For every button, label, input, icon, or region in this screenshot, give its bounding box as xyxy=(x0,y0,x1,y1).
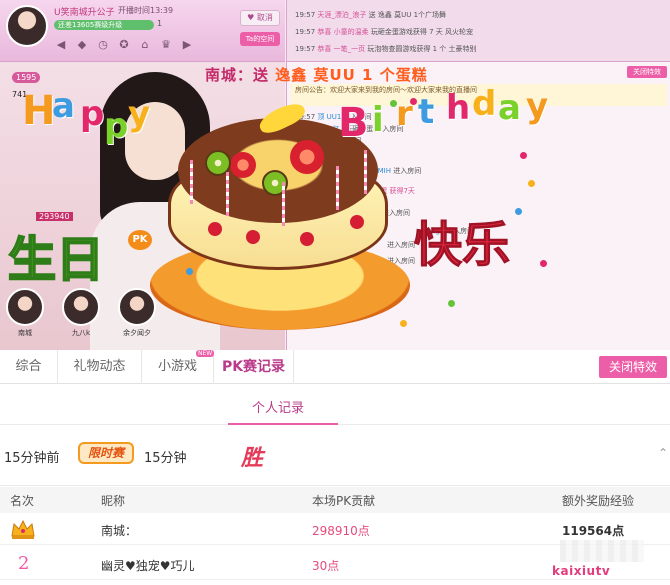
row-rank: 2 xyxy=(18,553,30,574)
crown-icon xyxy=(11,519,35,539)
pk-result: 胜 xyxy=(241,446,264,471)
info-tabs: 综合 礼物动态 小游戏 NEW PK赛记录 xyxy=(0,350,670,384)
gift-banner: 南城：送 逸鑫 莫UU 1 个蛋糕 xyxy=(205,66,428,84)
fan-name: 九八k xyxy=(71,329,91,337)
fan-item[interactable]: 九八k xyxy=(60,288,102,338)
room-notice: 房间公告：欢迎大家来到我的房间～欢迎大家来我的直播间 xyxy=(291,84,667,106)
live-stream-area: U笑南城升公子 开播时间13:39 还差13605赛级升级 1 ◀ ◆ ◷ ✪ … xyxy=(0,0,670,350)
row-nickname[interactable]: 南城： xyxy=(101,522,137,539)
arrow-right-icon[interactable]: ▶ xyxy=(180,38,194,52)
chat-panel: 19:57 天涯_漂泊_浪子 送 逸鑫 莫UU 1个广场舞 19:57 恭喜 小… xyxy=(286,0,670,350)
close-effects-button[interactable]: 关闭特效 xyxy=(599,356,667,378)
host-icon-row: ◀ ◆ ◷ ✪ ⌂ ♛ ▶ xyxy=(54,38,194,52)
host-avatar[interactable] xyxy=(6,5,48,47)
subtab-bar: 个人记录 xyxy=(0,385,670,425)
pk-badge-icon: PK xyxy=(128,230,152,250)
fan-avatar xyxy=(6,288,44,326)
col-bonus-exp: 额外奖励经验 xyxy=(562,494,635,508)
arrow-left-icon[interactable]: ◀ xyxy=(54,38,68,52)
house-icon[interactable]: ⌂ xyxy=(138,38,152,52)
crown-icon[interactable]: ♛ xyxy=(159,38,173,52)
chat-line: 19:58 枯萎 进入房间 xyxy=(295,137,362,145)
chat-line: 19:57 顶 UU1 进入房间 xyxy=(295,113,372,121)
row-points: 298910点 xyxy=(312,524,370,538)
video-player[interactable]: 1595 741 293940 PK 南城 九八k 余夕闻夕 xyxy=(0,62,285,350)
unfollow-label: 取消 xyxy=(256,13,273,22)
col-pk-contribution: 本场PK贡献 xyxy=(312,494,376,508)
host-name[interactable]: U笑南城升公子 xyxy=(54,5,115,18)
app-root: U笑南城升公子 开播时间13:39 还差13605赛级升级 1 ◀ ◆ ◷ ✪ … xyxy=(0,0,670,585)
chat-line: 玩 砸金蛋 获得7天 xyxy=(357,187,415,195)
badge-icon[interactable]: ◆ xyxy=(75,38,89,52)
watermark-logo: kaixiutv xyxy=(552,564,611,578)
fan-avatar xyxy=(118,288,156,326)
chat-line: HoKnJMIH 进入房间 xyxy=(357,167,422,175)
new-badge: NEW xyxy=(196,350,215,357)
host-info-bar: U笑南城升公子 开播时间13:39 还差13605赛级升级 1 ◀ ◆ ◷ ✪ … xyxy=(0,0,285,62)
pk-time-ago: 15分钟前 xyxy=(4,451,60,466)
chat-line: 进入房间 xyxy=(387,257,415,265)
row-nickname[interactable]: 幽灵♥独宠♥巧儿 xyxy=(101,557,195,574)
top-fans-list: 南城 九八k 余夕闻夕 xyxy=(4,288,158,338)
tab-gift-activity[interactable]: 礼物动态 xyxy=(58,350,142,384)
row-points: 30点 xyxy=(312,559,340,573)
host-online-time: 开播时间13:39 xyxy=(118,6,174,15)
medal-icon[interactable]: ✪ xyxy=(117,38,131,52)
pk-duration: 15分钟 xyxy=(144,451,187,466)
host-space-button[interactable]: Ta的空间 xyxy=(240,32,280,46)
fan-item[interactable]: 南城 xyxy=(4,288,46,338)
chat-line: 进入房间 xyxy=(382,209,410,217)
gift-feed-line: 19:57 恭喜 一笔_一页 玩泡物查圆游戏获得 1 个 土豪特别 xyxy=(295,45,477,53)
table-header: 名次 昵称 本场PK贡献 额外奖励经验 xyxy=(0,487,670,513)
chat-line: 进入房间 xyxy=(387,241,415,249)
streamer-face xyxy=(125,102,185,180)
tab-overview[interactable]: 综合 xyxy=(0,350,58,384)
fan-avatar xyxy=(62,288,100,326)
subtab-personal-records[interactable]: 个人记录 xyxy=(252,397,304,416)
blurred-region xyxy=(560,540,644,562)
tab-pk-records[interactable]: PK赛记录 xyxy=(214,350,294,384)
row-exp: 119564点 xyxy=(562,524,625,538)
chevron-up-icon[interactable]: ⌃ xyxy=(658,446,668,460)
col-rank: 名次 xyxy=(10,494,35,508)
gift-feed-line: 19:57 天涯_漂泊_浪子 送 逸鑫 莫UU 1个广场舞 xyxy=(295,11,447,19)
host-level-bar: 还差13605赛级升级 xyxy=(54,20,154,30)
close-effects-small-button[interactable]: 关闭特效 xyxy=(627,66,667,78)
chat-line: 19:57 Ξ一_亿_ 玩砸金蛋 进入房间 xyxy=(295,125,404,133)
unfollow-button[interactable]: ♥ 取消 xyxy=(240,10,280,26)
fan-name: 南城 xyxy=(18,329,32,337)
viewer-count: 741 xyxy=(12,90,28,99)
clock-icon[interactable]: ◷ xyxy=(96,38,110,52)
subtab-underline xyxy=(228,423,338,425)
host-level-number: 1 xyxy=(157,19,163,28)
pk-score-badge: 293940 xyxy=(36,212,73,221)
pk-type-tag: 限时赛 xyxy=(78,442,134,464)
col-nickname: 昵称 xyxy=(101,494,126,508)
hot-count-badge: 1595 xyxy=(12,72,41,83)
fan-name: 余夕闻夕 xyxy=(123,329,151,337)
pk-match-summary[interactable]: 15分钟前 限时赛 15分钟 胜 ⌃ xyxy=(0,426,670,486)
gift-feed: 19:57 天涯_漂泊_浪子 送 逸鑫 莫UU 1个广场舞 19:57 恭喜 小… xyxy=(287,0,670,62)
chat-line: kpgL 进入房间 xyxy=(427,227,475,235)
fan-item[interactable]: 余夕闻夕 xyxy=(116,288,158,338)
gift-feed-line: 19:57 恭喜 小童的温柔 玩砸金蛋游戏获得 7 天 风火轮宠 xyxy=(295,28,474,36)
